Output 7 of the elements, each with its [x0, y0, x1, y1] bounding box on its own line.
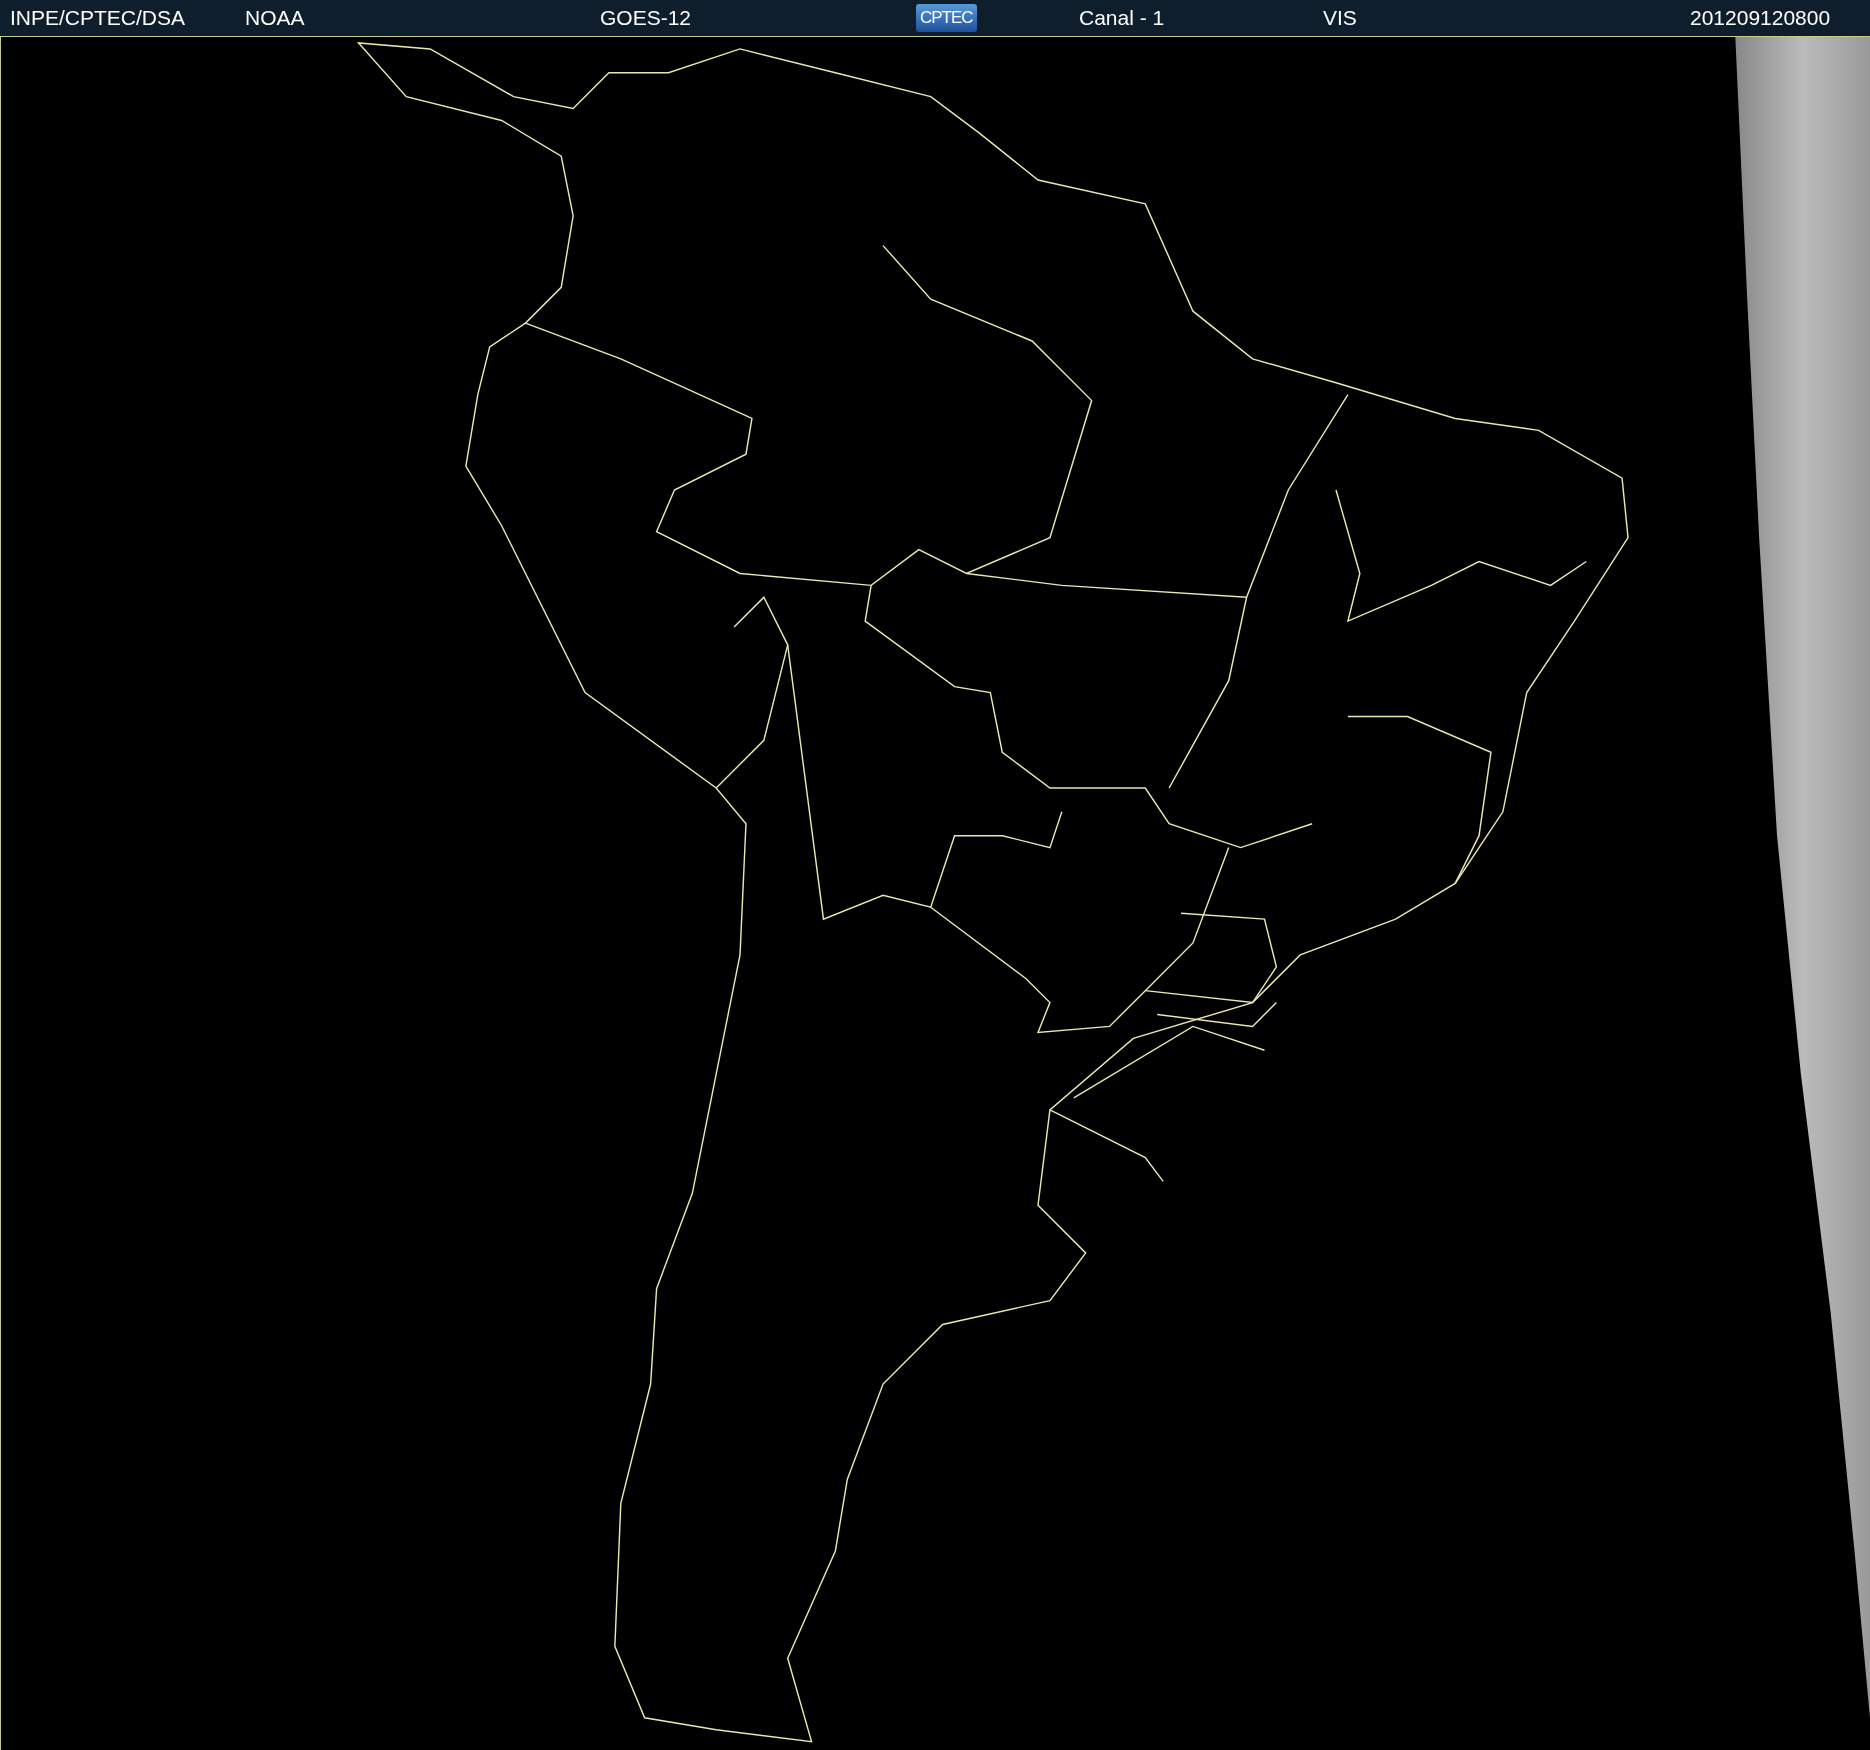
header-label: Canal - 1 [1079, 6, 1165, 30]
header-label: VIS [1323, 6, 1357, 30]
header-label: NOAA [245, 6, 305, 30]
header-label: GOES-12 [600, 6, 692, 30]
header-label: 201209120800 [1690, 6, 1831, 30]
logo: CPTEC [916, 4, 977, 32]
header-label: INPE/CPTEC/DSA [9, 6, 186, 30]
